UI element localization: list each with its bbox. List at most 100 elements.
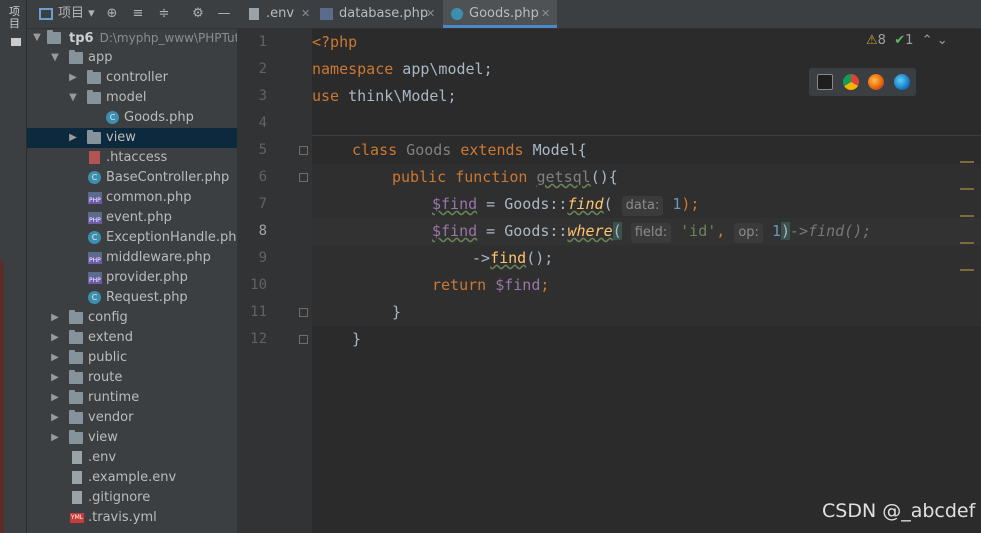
close-icon[interactable]: ✕ [426, 0, 435, 28]
tree-file-htaccess[interactable]: .htaccess [27, 148, 237, 168]
tree-file-env[interactable]: .env [27, 448, 237, 468]
tree-folder-app[interactable]: ▼ app [27, 48, 237, 68]
code-line-12: } [352, 330, 362, 348]
line-number: 8 [258, 223, 267, 239]
tree-file-travis[interactable]: YML .travis.yml [27, 508, 237, 528]
tree-label: .travis.yml [88, 510, 157, 525]
folder-icon [69, 390, 83, 404]
hide-icon[interactable]: — [215, 5, 233, 23]
folder-icon [11, 38, 21, 46]
warning-marker[interactable] [960, 242, 974, 244]
chevron-right-icon: ▶ [69, 132, 77, 143]
tree-file-request[interactable]: C Request.php [27, 288, 237, 308]
tree-folder-config[interactable]: ▶ config [27, 308, 237, 328]
collapse-all-icon[interactable]: ≑ [155, 5, 173, 23]
fold-marker-icon[interactable] [299, 146, 308, 155]
gear-icon[interactable]: ⚙ [189, 5, 207, 23]
warning-marker[interactable] [960, 269, 974, 271]
tree-label: public [88, 350, 128, 365]
tree-file-event[interactable]: PHP event.php [27, 208, 237, 228]
code-editor[interactable]: <?php namespace app\model; use think\Mod… [312, 29, 981, 533]
phpstorm-icon[interactable] [817, 74, 833, 90]
folder-icon [69, 430, 83, 444]
tree-folder-vendor[interactable]: ▶ vendor [27, 408, 237, 428]
fold-marker-icon[interactable] [299, 335, 308, 344]
tree-file-gitignore[interactable]: .gitignore [27, 488, 237, 508]
tree-label: controller [106, 70, 169, 85]
tree-file-middleware[interactable]: PHP middleware.php [27, 248, 237, 268]
php-class-icon: C [88, 291, 101, 304]
chevron-right-icon: ▶ [51, 352, 59, 363]
code-line-3: use think\Model; [312, 87, 457, 105]
tree-label: extend [88, 330, 134, 345]
firefox-icon[interactable] [868, 74, 884, 90]
fold-marker-icon[interactable] [299, 308, 308, 317]
expand-all-icon[interactable]: ≡ [129, 5, 147, 23]
folder-icon [69, 410, 83, 424]
tree-folder-view[interactable]: ▶ view [27, 128, 237, 148]
editor-gutter: 1 2 3 4 5 6 7 8 9 10 11 12 [237, 29, 312, 533]
inspection-widget[interactable]: ⚠8 ✔1 ⌃ ⌄ [866, 33, 948, 48]
yml-file-icon: YML [70, 513, 84, 523]
line-number: 5 [258, 142, 267, 158]
project-tool-tab[interactable]: 项目 [9, 6, 21, 30]
tree-label: config [88, 310, 128, 325]
chevron-right-icon: ▶ [69, 72, 77, 83]
tab-label: .env [266, 6, 295, 21]
code-line-1: <?php [312, 33, 358, 51]
tree-file-basecontroller[interactable]: C BaseController.php [27, 168, 237, 188]
close-icon[interactable]: ✕ [541, 0, 550, 28]
file-icon [72, 471, 82, 484]
warning-count: 8 [877, 33, 886, 48]
chevron-right-icon: ▶ [51, 332, 59, 343]
tab-goods[interactable]: Goods.php ✕ [443, 0, 557, 28]
folder-icon [87, 130, 101, 144]
tree-folder-model[interactable]: ▼ model [27, 88, 237, 108]
tree-file-provider[interactable]: PHP provider.php [27, 268, 237, 288]
tree-label: BaseController.php [106, 170, 230, 185]
tree-folder-controller[interactable]: ▶ controller [27, 68, 237, 88]
tab-database[interactable]: database.php ✕ [317, 0, 441, 28]
chevron-up-icon[interactable]: ⌃ [922, 33, 933, 48]
warning-marker[interactable] [960, 188, 974, 190]
parameter-hint: op: [734, 223, 763, 243]
warning-marker[interactable] [960, 215, 974, 217]
chevron-down-icon: ▼ [69, 92, 77, 103]
tree-label: model [106, 90, 147, 105]
tree-folder-extend[interactable]: ▶ extend [27, 328, 237, 348]
edge-icon[interactable] [894, 74, 910, 90]
fold-marker-icon[interactable] [299, 173, 308, 182]
close-icon[interactable]: ✕ [301, 0, 310, 28]
tree-root[interactable]: ▼ tp6 D:\myphp_www\PHPTutc [27, 28, 237, 48]
tree-file-goods[interactable]: C Goods.php [27, 108, 237, 128]
project-view-dropdown[interactable]: 项目 ▾ [58, 5, 95, 23]
line-number: 4 [258, 115, 267, 131]
code-line-11: } [392, 303, 402, 321]
tree-folder-view-root[interactable]: ▶ view [27, 428, 237, 448]
chevron-down-icon[interactable]: ⌄ [937, 33, 948, 48]
tab-env[interactable]: .env ✕ [243, 0, 313, 28]
htaccess-icon [89, 151, 100, 164]
tree-folder-route[interactable]: ▶ route [27, 368, 237, 388]
php-class-icon: C [88, 231, 101, 244]
locate-icon[interactable]: ⊕ [103, 5, 121, 23]
tree-folder-public[interactable]: ▶ public [27, 348, 237, 368]
inline-completion: ->find(); [790, 222, 872, 240]
browser-preview-bar [809, 68, 916, 96]
line-number: 1 [258, 34, 267, 50]
tree-label: middleware.php [106, 250, 211, 265]
chrome-icon[interactable] [843, 74, 859, 90]
tree-file-exceptionhandle[interactable]: C ExceptionHandle.php [27, 228, 237, 248]
tree-folder-runtime[interactable]: ▶ runtime [27, 388, 237, 408]
line-number: 10 [250, 277, 267, 293]
php-class-icon: C [88, 171, 101, 184]
file-icon [72, 451, 82, 464]
line-number: 3 [258, 88, 267, 104]
warning-marker[interactable] [960, 161, 974, 163]
tree-label: app [88, 50, 113, 65]
tree-file-common[interactable]: PHP common.php [27, 188, 237, 208]
php-file-icon [320, 8, 333, 20]
chevron-right-icon: ▶ [51, 372, 59, 383]
tree-file-example-env[interactable]: .example.env [27, 468, 237, 488]
tree-label: common.php [106, 190, 192, 205]
